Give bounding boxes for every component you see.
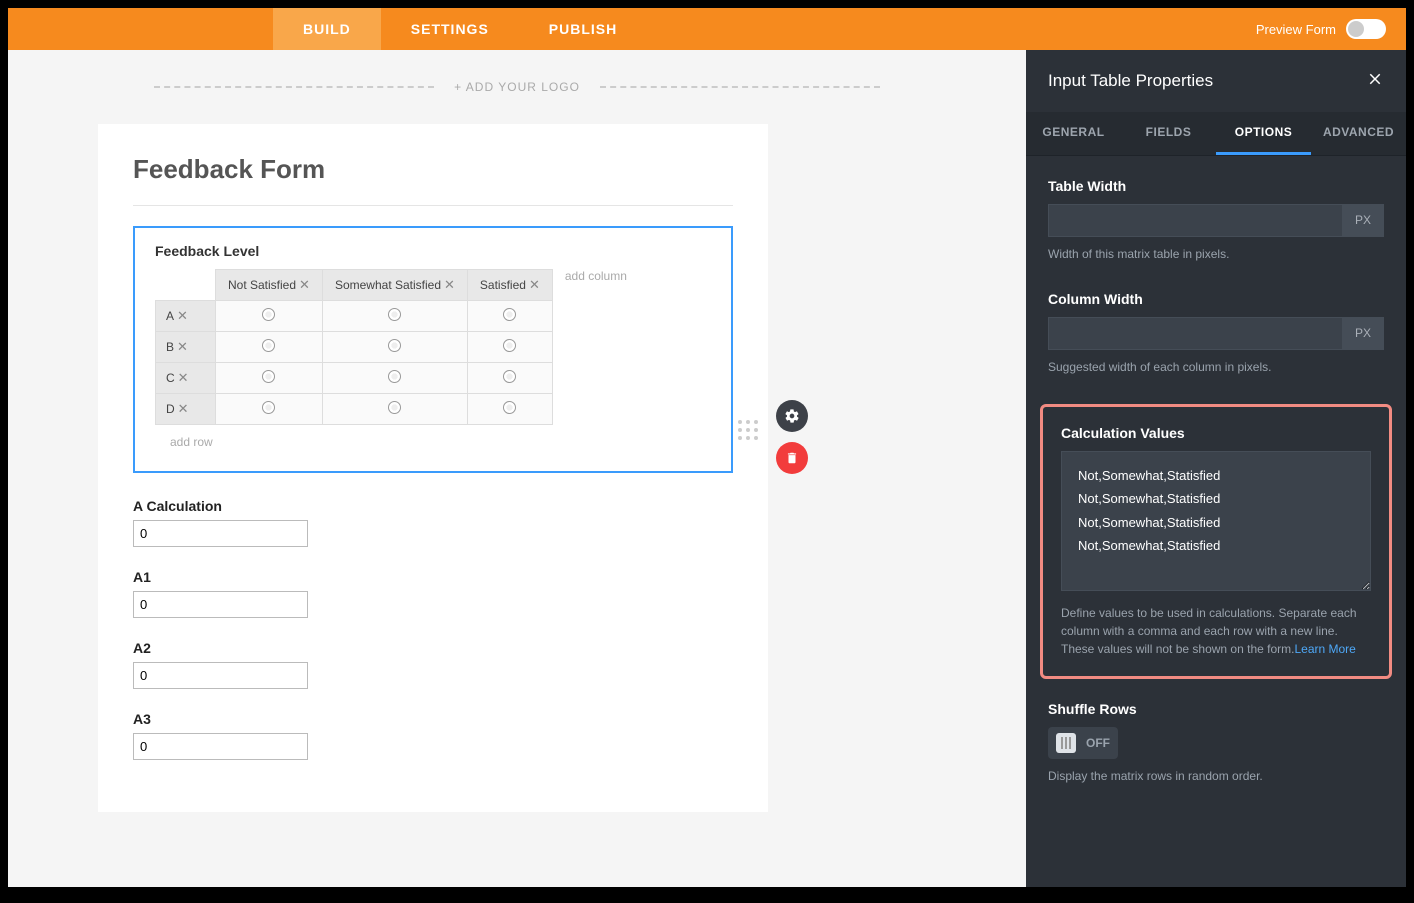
table-row: D✕ — [156, 394, 553, 425]
shuffle-state: OFF — [1086, 736, 1110, 750]
form-field[interactable]: A3 — [133, 711, 733, 760]
col-header[interactable]: Not Satisfied✕ — [216, 270, 323, 301]
px-unit: PX — [1343, 204, 1384, 237]
radio-input[interactable] — [262, 401, 275, 414]
px-unit: PX — [1343, 317, 1384, 350]
radio-input[interactable] — [262, 308, 275, 321]
properties-panel: Input Table Properties GENERAL FIELDS OP… — [1026, 50, 1406, 887]
panel-tab-fields[interactable]: FIELDS — [1121, 112, 1216, 155]
column-width-help: Suggested width of each column in pixels… — [1048, 358, 1384, 376]
remove-row-icon[interactable]: ✕ — [178, 370, 189, 385]
row-header[interactable]: C✕ — [156, 363, 216, 394]
calc-values-textarea[interactable] — [1061, 451, 1371, 591]
field-input[interactable] — [133, 733, 308, 760]
radio-input[interactable] — [388, 308, 401, 321]
remove-row-icon[interactable]: ✕ — [177, 308, 188, 323]
tab-build[interactable]: BUILD — [273, 8, 381, 50]
input-table-field[interactable]: Feedback Level Not Satisfied✕ Somewhat S… — [133, 226, 733, 473]
table-width-label: Table Width — [1048, 178, 1384, 194]
calc-values-section: Calculation Values Define values to be u… — [1040, 404, 1392, 679]
calc-values-help: Define values to be used in calculations… — [1061, 604, 1371, 658]
shuffle-icon — [1056, 733, 1076, 753]
matrix-table: Not Satisfied✕ Somewhat Satisfied✕ Satis… — [155, 269, 553, 425]
table-row: B✕ — [156, 332, 553, 363]
table-width-input[interactable] — [1048, 204, 1343, 237]
remove-column-icon[interactable]: ✕ — [529, 277, 540, 292]
panel-tab-general[interactable]: GENERAL — [1026, 112, 1121, 155]
panel-tab-advanced[interactable]: ADVANCED — [1311, 112, 1406, 155]
row-header[interactable]: D✕ — [156, 394, 216, 425]
remove-row-icon[interactable]: ✕ — [178, 401, 189, 416]
preview-form-label: Preview Form — [1256, 22, 1336, 37]
radio-input[interactable] — [388, 401, 401, 414]
remove-column-icon[interactable]: ✕ — [444, 277, 455, 292]
form-canvas: + ADD YOUR LOGO Feedback Form Feedback L… — [8, 50, 1026, 887]
add-column-button[interactable]: add column — [553, 269, 627, 283]
radio-input[interactable] — [262, 339, 275, 352]
field-label: A1 — [133, 569, 733, 585]
remove-column-icon[interactable]: ✕ — [299, 277, 310, 292]
column-width-input[interactable] — [1048, 317, 1343, 350]
gear-icon — [784, 408, 800, 424]
form-field[interactable]: A1 — [133, 569, 733, 618]
shuffle-help: Display the matrix rows in random order. — [1048, 767, 1384, 785]
learn-more-link[interactable]: Learn More — [1294, 642, 1355, 656]
delete-button[interactable] — [776, 442, 808, 474]
field-input[interactable] — [133, 591, 308, 618]
panel-title: Input Table Properties — [1048, 71, 1213, 91]
table-field-label[interactable]: Feedback Level — [155, 243, 711, 259]
radio-input[interactable] — [388, 339, 401, 352]
field-label: A3 — [133, 711, 733, 727]
divider — [133, 205, 733, 206]
col-header[interactable]: Satisfied✕ — [467, 270, 552, 301]
close-icon — [1366, 70, 1384, 88]
form-field[interactable]: A Calculation — [133, 498, 733, 547]
shuffle-toggle[interactable]: OFF — [1048, 727, 1118, 759]
shuffle-rows-label: Shuffle Rows — [1048, 701, 1384, 717]
radio-input[interactable] — [388, 370, 401, 383]
table-row: A✕ — [156, 301, 553, 332]
drag-handle-icon[interactable] — [738, 420, 758, 440]
preview-toggle[interactable] — [1346, 19, 1386, 39]
add-row-button[interactable]: add row — [155, 435, 213, 449]
form-field[interactable]: A2 — [133, 640, 733, 689]
form-card: Feedback Form Feedback Level Not Satisfi… — [98, 124, 768, 812]
close-panel-button[interactable] — [1366, 68, 1384, 94]
panel-tab-options[interactable]: OPTIONS — [1216, 112, 1311, 155]
settings-button[interactable] — [776, 400, 808, 432]
radio-input[interactable] — [503, 339, 516, 352]
table-row: C✕ — [156, 363, 553, 394]
trash-icon — [785, 451, 799, 465]
tab-settings[interactable]: SETTINGS — [381, 8, 519, 50]
row-header[interactable]: A✕ — [156, 301, 216, 332]
field-input[interactable] — [133, 520, 308, 547]
add-logo-button[interactable]: + ADD YOUR LOGO — [454, 80, 580, 94]
form-title[interactable]: Feedback Form — [133, 154, 733, 185]
radio-input[interactable] — [503, 370, 516, 383]
radio-input[interactable] — [503, 401, 516, 414]
divider — [154, 86, 434, 88]
calc-values-label: Calculation Values — [1061, 425, 1371, 441]
column-width-label: Column Width — [1048, 291, 1384, 307]
field-label: A2 — [133, 640, 733, 656]
field-input[interactable] — [133, 662, 308, 689]
radio-input[interactable] — [503, 308, 516, 321]
remove-row-icon[interactable]: ✕ — [177, 339, 188, 354]
radio-input[interactable] — [262, 370, 275, 383]
field-label: A Calculation — [133, 498, 733, 514]
row-header[interactable]: B✕ — [156, 332, 216, 363]
top-nav: BUILD SETTINGS PUBLISH Preview Form — [8, 8, 1406, 50]
table-width-help: Width of this matrix table in pixels. — [1048, 245, 1384, 263]
col-header[interactable]: Somewhat Satisfied✕ — [322, 270, 467, 301]
divider — [600, 86, 880, 88]
tab-publish[interactable]: PUBLISH — [519, 8, 647, 50]
